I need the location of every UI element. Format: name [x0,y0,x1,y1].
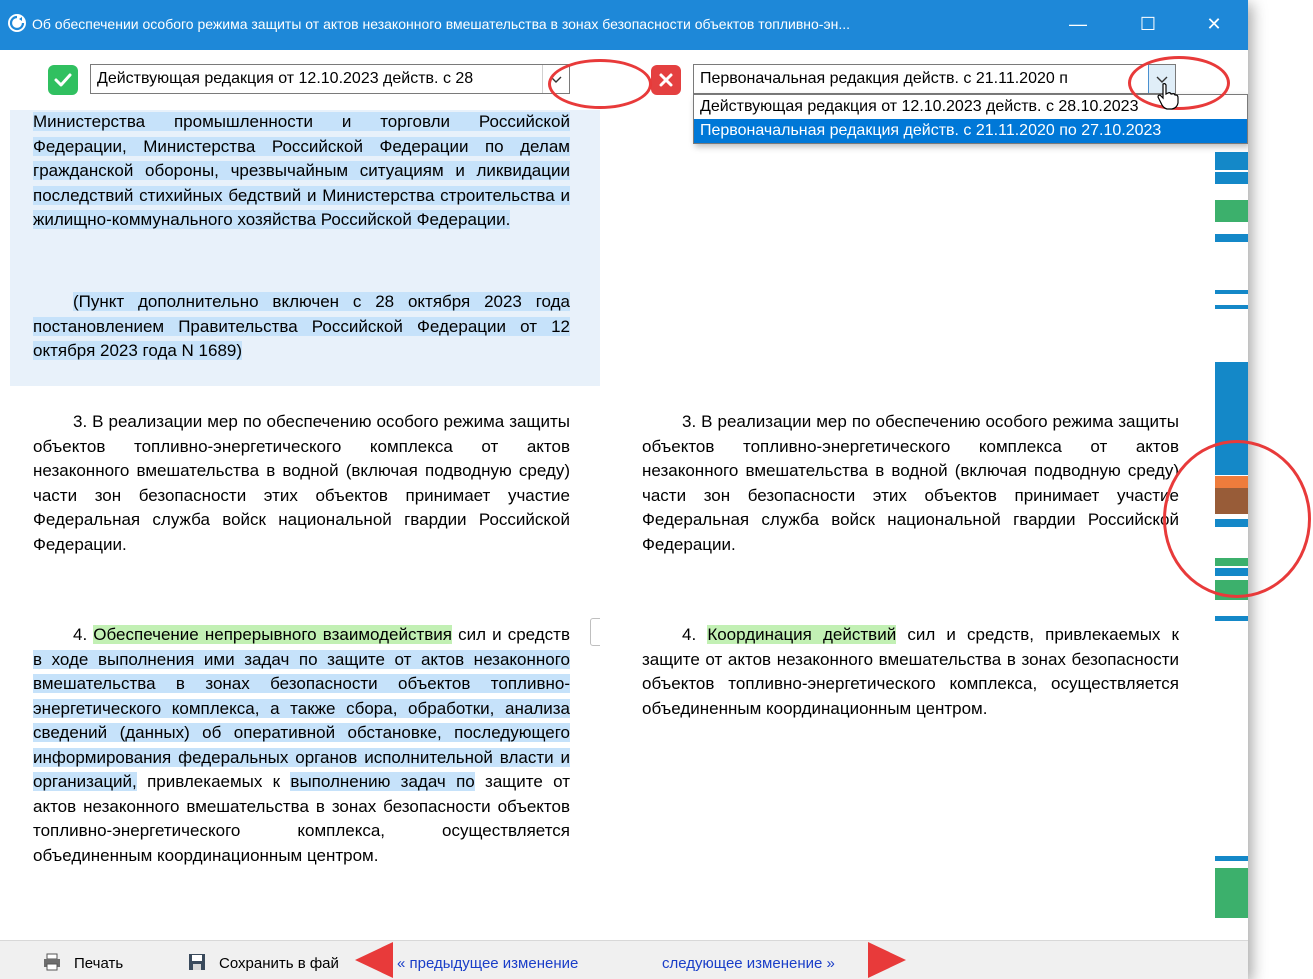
cross-icon [651,65,681,95]
current-version-pane: Министерства промышленности и торговли Р… [0,110,600,940]
original-version-pane: 3. В реализации мер по обеспечению особо… [620,110,1215,940]
compare-window: Об обеспечении особого режима защиты от … [0,0,1248,979]
sync-marker[interactable] [590,618,600,646]
window-title: Об обеспечении особого режима защиты от … [32,16,851,32]
left-version-value: Действующая редакция от 12.10.2023 дейст… [97,70,474,87]
annotation-circle [548,59,652,109]
left-arrow-annotation [355,942,393,978]
checkmark-icon [48,65,78,95]
paragraph-3: 3. В реализации мер по обеспечению особо… [33,412,570,554]
changed-paragraph: Министерства промышленности и торговли Р… [33,112,570,229]
left-version-select[interactable]: Действующая редакция от 12.10.2023 дейст… [90,64,570,94]
status-bar: Печать Сохранить в фай « предыдущее изме… [0,940,1248,979]
dropdown-option-selected[interactable]: Первоначальная редакция действ. с 21.11.… [694,119,1247,143]
right-version-value: Первоначальная редакция действ. с 21.11.… [700,70,1068,87]
print-button[interactable]: Печать [74,955,123,972]
annotation-circle [1163,440,1311,598]
right-arrow-annotation [868,942,906,978]
title-bar[interactable]: Об обеспечении особого режима защиты от … [0,0,1248,50]
hand-cursor-icon [1156,82,1180,110]
close-button[interactable]: ✕ [1186,0,1242,50]
maximize-button[interactable]: ☐ [1120,0,1176,50]
minimize-button[interactable]: — [1050,0,1106,50]
previous-change-link[interactable]: « предыдущее изменение [397,955,578,972]
app-icon [8,14,26,32]
amendment-note: (Пункт дополнительно включен с 28 октябр… [33,292,570,360]
next-change-link[interactable]: следующее изменение » [662,955,835,972]
paragraph-4: 4. Обеспечение непрерывного взаимодейств… [33,625,570,865]
paragraph-4: 4. Координация действий сил и средств, п… [642,625,1179,718]
right-version-select[interactable]: Первоначальная редакция действ. с 21.11.… [693,64,1176,94]
save-to-file-button[interactable]: Сохранить в фай [219,955,339,972]
paragraph-3: 3. В реализации мер по обеспечению особо… [642,412,1179,554]
